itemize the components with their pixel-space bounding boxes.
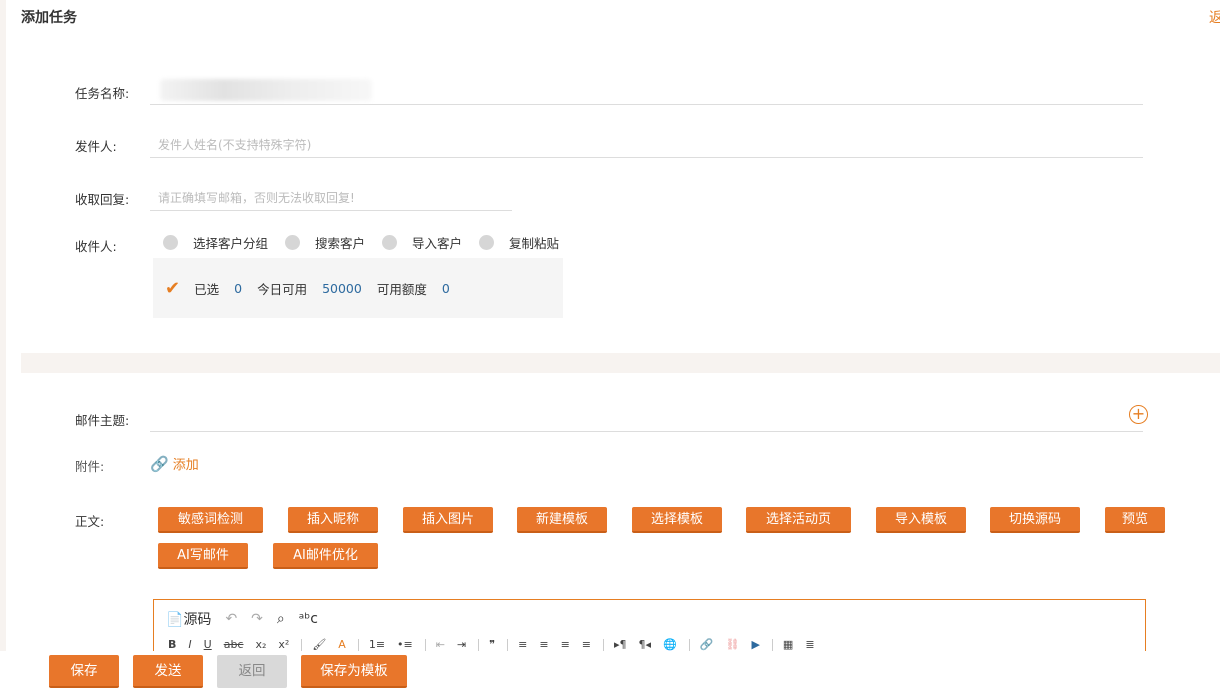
radio-customer-group[interactable]: 选择客户分组 <box>163 233 268 252</box>
subject-input[interactable] <box>150 406 1143 431</box>
section-divider <box>21 353 1220 373</box>
ai-write-email-button[interactable]: AI写邮件 <box>158 543 248 569</box>
selected-count: 0 <box>234 280 243 296</box>
superscript-icon[interactable]: x² <box>278 638 289 651</box>
new-template-button[interactable]: 新建模板 <box>517 507 607 533</box>
bold-icon[interactable]: B <box>168 638 176 651</box>
save-as-template-button[interactable]: 保存为模板 <box>301 655 407 688</box>
toolbar-separator <box>357 638 359 651</box>
language-icon[interactable]: 🌐 <box>663 638 677 651</box>
ltr-icon[interactable]: ▸¶ <box>614 638 627 651</box>
sender-field[interactable] <box>150 132 1143 158</box>
toolbar-separator <box>507 638 509 651</box>
rtl-icon[interactable]: ¶◂ <box>639 638 652 651</box>
italic-icon[interactable]: I <box>188 638 191 651</box>
radio-import-customer[interactable]: 导入客户 <box>382 233 462 252</box>
table-icon[interactable]: ▦ <box>783 638 793 651</box>
ordered-list-icon[interactable]: 1≡ <box>369 638 385 651</box>
preview-button[interactable]: 预览 <box>1105 507 1165 533</box>
reply-input[interactable] <box>150 185 512 210</box>
select-template-button[interactable]: 选择模板 <box>632 507 722 533</box>
source-code-icon[interactable]: 📄源码 <box>166 609 211 629</box>
page-title: 添加任务 <box>21 10 77 26</box>
blockquote-icon[interactable]: ❞ <box>489 638 495 651</box>
add-attachment-label: 添加 <box>172 458 199 473</box>
subject-label: 邮件主题: <box>75 413 130 428</box>
insert-nickname-button[interactable]: 插入昵称 <box>288 507 378 533</box>
radio-label: 复制粘贴 <box>509 236 560 251</box>
horizontal-rule-icon[interactable]: ≣ <box>805 638 814 651</box>
send-button[interactable]: 发送 <box>133 655 203 688</box>
reply-label: 收取回复: <box>75 192 130 207</box>
attachment-label: 附件: <box>75 459 105 474</box>
align-center-icon[interactable]: ≡ <box>539 638 548 651</box>
indent-icon[interactable]: ⇥ <box>457 638 466 651</box>
sender-label: 发件人: <box>75 139 117 154</box>
radio-dot[interactable] <box>382 235 398 250</box>
radio-dot[interactable] <box>479 235 495 250</box>
recipient-label: 收件人: <box>75 239 117 254</box>
toolbar-separator <box>478 638 480 651</box>
radio-label: 选择客户分组 <box>193 236 269 251</box>
toggle-source-button[interactable]: 切换源码 <box>990 507 1080 533</box>
anchor-icon[interactable]: ▶ <box>751 638 759 651</box>
format-painter-icon[interactable]: 🖌 <box>312 638 326 651</box>
toolbar-separator <box>424 638 426 651</box>
redo-icon[interactable]: ↷ <box>251 611 263 627</box>
add-attachment-link[interactable]: 🔗 添加 <box>150 454 199 474</box>
align-left-icon[interactable]: ≡ <box>518 638 527 651</box>
radio-copy-paste[interactable]: 复制粘贴 <box>479 233 559 252</box>
selected-label: 已选 <box>194 281 220 297</box>
spellcheck-icon[interactable]: ᵃᵇc <box>299 611 318 627</box>
align-right-icon[interactable]: ≡ <box>561 638 570 651</box>
undo-icon[interactable]: ↶ <box>225 611 237 627</box>
editor-toolbar-row2: B I U abc x₂ x² 🖌 A 1≡ •≡ ⇤ ⇥ ❞ ≡ ≡ ≡ ≡ … <box>168 638 827 651</box>
recipient-options: 选择客户分组 搜索客户 导入客户 复制粘贴 <box>163 233 576 252</box>
quota-label: 可用额度 <box>376 281 427 297</box>
underline-icon[interactable]: U <box>204 638 212 651</box>
body-label: 正文: <box>75 514 105 529</box>
reply-field[interactable] <box>150 185 512 211</box>
radio-dot[interactable] <box>285 235 301 250</box>
toolbar-separator <box>688 638 690 651</box>
sensitive-word-check-button[interactable]: 敏感词检测 <box>158 507 263 533</box>
save-button[interactable]: 保存 <box>49 655 119 688</box>
back-button[interactable]: 返回 <box>217 655 287 688</box>
quota-count: 0 <box>441 280 450 296</box>
import-template-button[interactable]: 导入模板 <box>876 507 966 533</box>
radio-dot[interactable] <box>163 235 178 250</box>
toolbar-separator <box>301 638 303 651</box>
ai-optimize-email-button[interactable]: AI邮件优化 <box>273 543 378 569</box>
align-justify-icon[interactable]: ≡ <box>582 638 591 651</box>
unlink-icon[interactable]: ⛓ <box>725 638 739 651</box>
clear-format-icon[interactable]: A <box>338 638 346 651</box>
select-activity-page-button[interactable]: 选择活动页 <box>746 507 851 533</box>
radio-search-customer[interactable]: 搜索客户 <box>285 233 365 252</box>
radio-label: 搜索客户 <box>315 236 366 251</box>
toolbar-separator <box>603 638 604 651</box>
link-icon: 🔗 <box>150 454 169 473</box>
recipient-stats: ✔ 已选 0 今日可用 50000 可用额度 0 <box>153 258 563 318</box>
insert-image-button[interactable]: 插入图片 <box>403 507 493 533</box>
task-name-label: 任务名称: <box>75 86 130 101</box>
find-replace-icon[interactable]: ⌕ <box>277 611 285 627</box>
task-name-value-redacted <box>160 79 372 101</box>
today-available-label: 今日可用 <box>257 281 308 297</box>
source-code-label: 源码 <box>183 612 212 628</box>
sender-input[interactable] <box>150 132 1143 157</box>
unordered-list-icon[interactable]: •≡ <box>397 638 413 651</box>
today-available-count: 50000 <box>322 280 362 296</box>
toolbar-separator <box>771 638 773 651</box>
check-icon: ✔ <box>165 277 181 299</box>
top-back-link[interactable]: 返回 <box>1209 7 1220 27</box>
strikethrough-icon[interactable]: abc <box>224 638 244 651</box>
add-subject-icon[interactable]: + <box>1129 405 1148 424</box>
subject-field[interactable] <box>150 406 1143 432</box>
editor-toolbar-row1: 📄源码 ↶ ↷ ⌕ ᵃᵇc <box>166 609 332 629</box>
outdent-icon[interactable]: ⇤ <box>436 638 445 651</box>
subscript-icon[interactable]: x₂ <box>255 638 266 651</box>
link-insert-icon[interactable]: 🔗 <box>700 638 714 651</box>
radio-label: 导入客户 <box>412 236 463 251</box>
